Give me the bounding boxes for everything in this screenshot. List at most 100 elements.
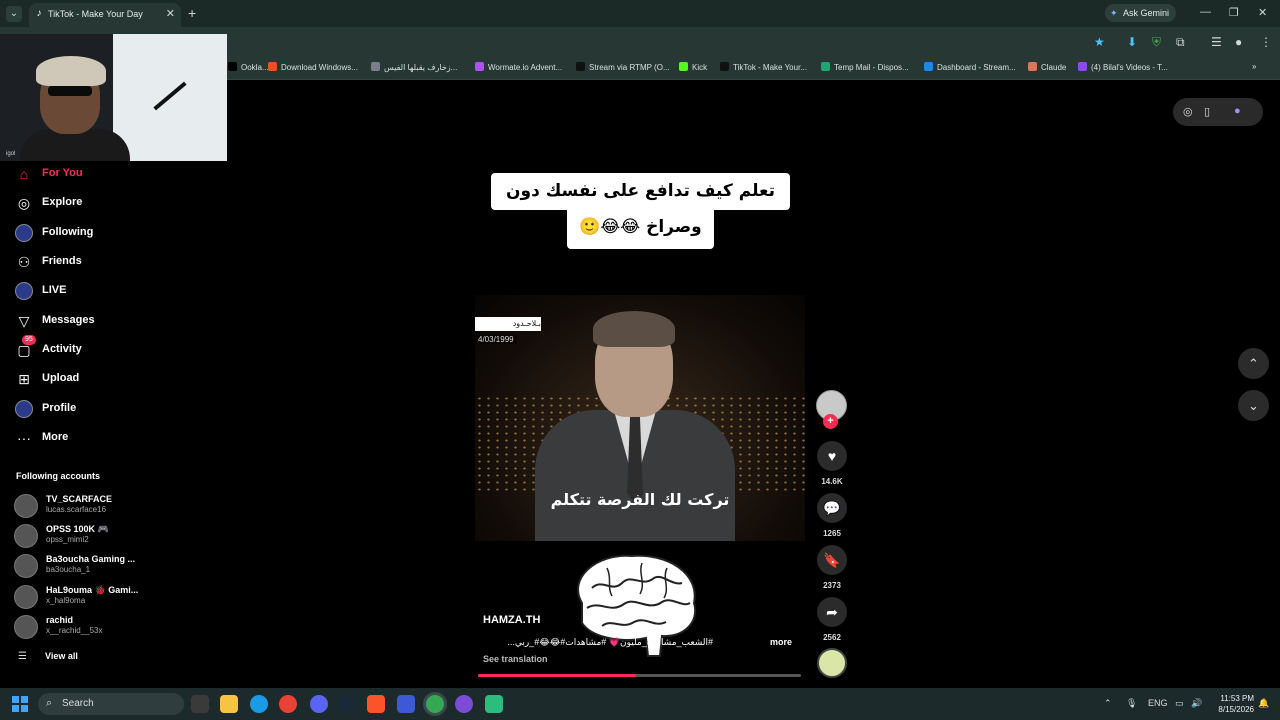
device-icon[interactable]: ▯ xyxy=(1204,105,1210,118)
webcam-overlay: igol xyxy=(0,34,227,161)
close-window-button[interactable]: ✕ xyxy=(1258,6,1267,19)
following-account-item[interactable]: HaL9ouma 🐞 Gami... x_hal9oma xyxy=(14,583,149,609)
account-name: Ba3oucha Gaming ... xyxy=(46,554,136,564)
bookmark-item[interactable]: Claude xyxy=(1028,62,1066,72)
discord-app[interactable] xyxy=(310,695,328,713)
user-avatar-icon[interactable]: ● xyxy=(1234,105,1241,117)
tray-chevron-icon[interactable]: ⌃ xyxy=(1104,698,1112,709)
volume-icon[interactable]: 🔊 xyxy=(1191,698,1202,709)
sidebar-item-messages[interactable]: ▽ Messages xyxy=(14,310,144,332)
obs-app[interactable] xyxy=(455,695,473,713)
tab-close-icon[interactable]: ✕ xyxy=(166,7,175,20)
streamer-glasses xyxy=(48,86,92,96)
previous-video-button[interactable]: ⌃ xyxy=(1238,348,1269,379)
bookmark-item[interactable]: Download Windows... xyxy=(268,62,358,72)
bookmark-label: Stream via RTMP (O... xyxy=(589,63,670,72)
video-progress-bar[interactable] xyxy=(478,674,801,677)
sidebar-item-activity[interactable]: ▢ Activity 95 xyxy=(14,335,144,361)
active-tab[interactable]: ♪ TikTok - Make Your Day ✕ xyxy=(29,3,181,27)
sidebar-item-friends[interactable]: ⚇ Friends xyxy=(14,251,144,273)
chrome-active-app[interactable] xyxy=(426,695,444,713)
extensions-icon[interactable]: ⧉ xyxy=(1176,35,1185,50)
sidebar-item-live[interactable]: LIVE xyxy=(14,280,144,302)
bookmark-item[interactable]: Ookla... xyxy=(228,62,269,72)
compass-icon[interactable]: ◎ xyxy=(1183,105,1193,118)
steam-app[interactable] xyxy=(338,695,356,713)
ask-gemini-button[interactable]: ✦ Ask Gemini xyxy=(1105,4,1176,22)
taskbar-clock[interactable]: 11:53 PM 8/15/2026 xyxy=(1206,693,1254,715)
bookmark-item[interactable]: (4) Bilal's Videos - T... xyxy=(1078,62,1168,72)
reading-list-icon[interactable]: ☰ xyxy=(1211,35,1222,49)
sidebar-item-profile[interactable]: Profile xyxy=(14,398,144,420)
share-button[interactable]: ➦ xyxy=(817,597,847,627)
sidebar-item-label: Profile xyxy=(42,402,77,414)
more-link[interactable]: more xyxy=(770,637,792,647)
bookmark-item[interactable]: Wormate.io Advent... xyxy=(475,62,562,72)
heart-icon: ♥ xyxy=(827,448,837,464)
streaming-app[interactable] xyxy=(485,695,503,713)
notification-icon[interactable]: 🔔 xyxy=(1258,698,1269,709)
see-translation-link[interactable]: See translation xyxy=(483,654,548,664)
video-description: #الشعب_مشاهدة_مليون💗 #مشاهدات#😂😂#_ربي... xyxy=(507,637,713,647)
following-account-item[interactable]: TV_SCARFACE lucas.scarface16 xyxy=(14,492,149,518)
account-avatar xyxy=(14,615,38,639)
like-button[interactable]: ♥ xyxy=(817,441,847,471)
restore-button[interactable]: ❐ xyxy=(1229,6,1239,19)
sidebar-item-for-you[interactable]: ⌂ For You xyxy=(14,163,144,185)
shield-extension-icon[interactable]: ⛨ xyxy=(1152,35,1161,50)
task-view-app[interactable] xyxy=(191,695,209,713)
tab-search-dropdown[interactable]: ⌄ xyxy=(6,6,22,22)
video-clip[interactable]: بـلاحـدود 4/03/1999 تركت لك الفرصة تتكلم xyxy=(475,295,805,541)
download-icon[interactable]: ⬇ xyxy=(1127,35,1137,49)
streamer-cap xyxy=(36,56,106,86)
music-disc[interactable] xyxy=(817,648,847,678)
bookmarks-overflow-icon[interactable]: » xyxy=(1252,62,1256,71)
comment-button[interactable]: 💬 xyxy=(817,493,847,523)
bookmark-item[interactable]: زخارف يقبلها الفيس... xyxy=(371,62,457,72)
network-icon[interactable]: ▭ xyxy=(1175,698,1184,709)
bookmark-item[interactable]: TikTok - Make Your... xyxy=(720,62,807,72)
video-author[interactable]: HAMZA.TH xyxy=(483,614,540,626)
microphone-icon[interactable]: 🎙 xyxy=(1126,698,1137,709)
follow-plus-button[interactable]: + xyxy=(823,414,838,429)
app-icon[interactable] xyxy=(397,695,415,713)
bookmark-label: زخارف يقبلها الفيس... xyxy=(384,63,458,72)
sidebar-item-explore[interactable]: ◎ Explore xyxy=(14,192,144,214)
next-video-button[interactable]: ⌄ xyxy=(1238,390,1269,421)
bookmark-star-icon[interactable]: ★ xyxy=(1094,35,1105,49)
more-icon: ··· xyxy=(17,430,31,446)
bookmark-item[interactable]: Dashboard - Stream... xyxy=(924,62,1016,72)
bookmark-favicon-icon xyxy=(1078,62,1087,71)
chrome-menu-icon[interactable]: ⋮ xyxy=(1260,35,1272,49)
language-indicator[interactable]: ENG xyxy=(1148,698,1168,708)
following-accounts-title: Following accounts xyxy=(16,471,101,481)
sidebar-item-following[interactable]: Following xyxy=(14,222,144,244)
brave-app[interactable] xyxy=(367,695,385,713)
video-caption-line2: وصراخ 😂😂🙂 xyxy=(567,208,714,249)
bookmark-label: Download Windows... xyxy=(281,63,358,72)
bookmark-item[interactable]: Temp Mail - Dispos... xyxy=(821,62,909,72)
webcam-label: igol xyxy=(6,151,16,157)
file-explorer-app[interactable] xyxy=(220,695,238,713)
chrome-app[interactable] xyxy=(279,695,297,713)
bookmark-label: TikTok - Make Your... xyxy=(733,63,807,72)
sidebar-item-label: Following xyxy=(42,226,94,238)
start-button[interactable] xyxy=(12,696,28,712)
new-tab-button[interactable]: + xyxy=(188,5,196,21)
bookmark-item[interactable]: Stream via RTMP (O... xyxy=(576,62,670,72)
following-account-item[interactable]: rachid x__rachid__53x xyxy=(14,613,149,639)
taskbar-search[interactable]: ⌕ Search xyxy=(38,693,184,715)
following-account-item[interactable]: OPSS 100K 🎮 opss_mimi2 xyxy=(14,522,149,548)
following-account-item[interactable]: Ba3oucha Gaming ... ba3oucha_1 xyxy=(14,552,149,578)
profile-avatar-icon[interactable]: ● xyxy=(1235,35,1242,49)
view-all-button[interactable]: ☰ View all xyxy=(18,651,118,663)
clock-date: 8/15/2026 xyxy=(1218,705,1254,714)
gemini-sparkle-icon: ✦ xyxy=(1110,8,1118,18)
save-button[interactable]: 🔖 xyxy=(817,545,847,575)
edge-app[interactable] xyxy=(250,695,268,713)
account-avatar xyxy=(14,585,38,609)
bookmark-item[interactable]: Kick xyxy=(679,62,707,72)
minimize-button[interactable]: — xyxy=(1200,6,1211,18)
sidebar-item-upload[interactable]: ⊞ Upload xyxy=(14,368,144,390)
sidebar-item-more[interactable]: ··· More xyxy=(14,427,144,449)
